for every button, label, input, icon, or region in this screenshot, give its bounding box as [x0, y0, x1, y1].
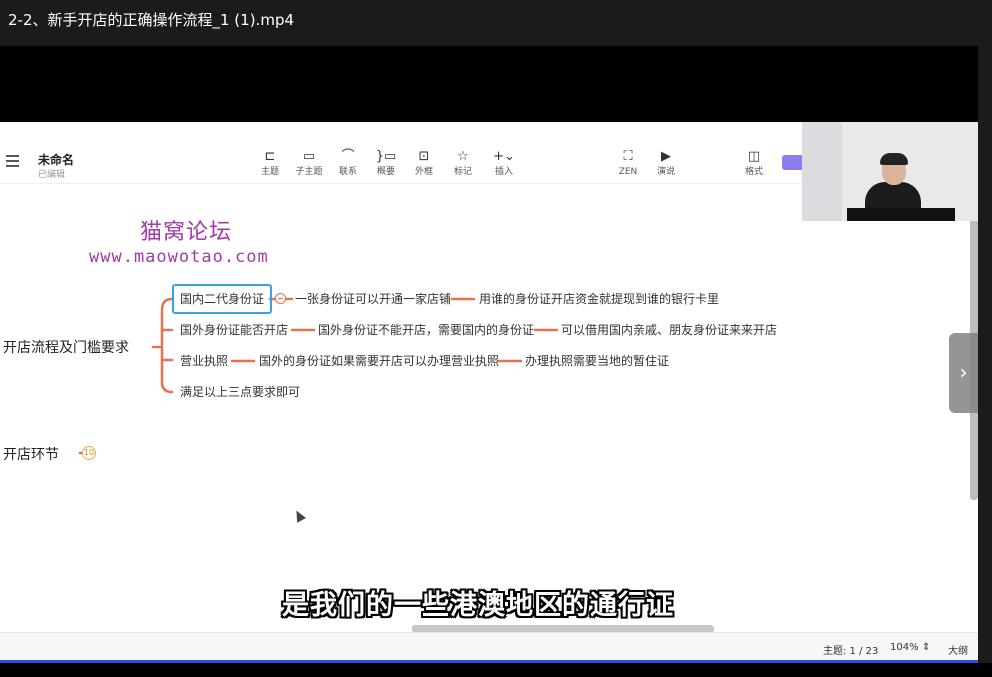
- present-icon: ▶: [661, 149, 671, 164]
- subtopic-icon: ▭: [302, 149, 316, 164]
- zoom-level[interactable]: 104%: [890, 642, 919, 653]
- next-arrow-icon[interactable]: ›: [949, 333, 978, 413]
- outline-button[interactable]: 大纲: [948, 642, 968, 657]
- branch-node-conclusion[interactable]: 满足以上三点要求即可: [180, 384, 300, 400]
- branch-node-license[interactable]: 营业执照: [180, 353, 228, 369]
- summary-icon: }▭: [375, 149, 397, 164]
- format-icon: ◫: [747, 149, 761, 164]
- root-topic-process[interactable]: 开店流程及门槛要求: [3, 337, 129, 357]
- tool-present[interactable]: ▶ 演说: [646, 149, 686, 178]
- presenter-cap: [880, 153, 908, 165]
- boundary-icon: ⊡: [418, 149, 430, 164]
- tool-relation[interactable]: ⌒ 联系: [328, 149, 368, 178]
- leaf-node[interactable]: 国外的身份证如果需要开店可以办理营业执照: [259, 353, 499, 369]
- player-time-strip: [0, 663, 992, 677]
- document-title[interactable]: 未命名: [38, 151, 74, 168]
- leaf-node[interactable]: 可以借用国内亲戚、朋友身份证来来开店: [561, 322, 777, 338]
- menu-icon[interactable]: [6, 155, 19, 167]
- tool-format[interactable]: ◫ 格式: [734, 149, 774, 178]
- tool-topic[interactable]: ⊏ 主题: [250, 149, 290, 178]
- mindmap-connectors: [78, 297, 559, 455]
- leaf-node[interactable]: 用谁的身份证开店资金就提现到谁的银行卡里: [479, 291, 719, 307]
- tool-zen[interactable]: ⛶ ZEN: [608, 149, 648, 178]
- mindmap-canvas[interactable]: 猫窝论坛 www.maowotao.com 开店流程及门槛要求 国内二代身份证 …: [0, 184, 978, 632]
- marker-icon: ☆: [457, 149, 469, 164]
- branch-node-foreign-id[interactable]: 国外身份证能否开店: [180, 322, 288, 338]
- leaf-node[interactable]: 一张身份证可以开通一家店铺: [295, 291, 451, 307]
- share-button[interactable]: [782, 155, 804, 170]
- zen-icon: ⛶: [623, 149, 633, 164]
- tool-insert[interactable]: +⌄ 插入: [484, 149, 524, 178]
- video-player: 2-2、新手开店的正确操作流程_1 (1).mp4 未命名 已编辑 ⊏ 主题 ▭…: [0, 0, 992, 677]
- webcam-desk: [847, 208, 955, 221]
- video-subtitle: 是我们的一些港澳地区的通行证: [282, 590, 674, 621]
- presenter-webcam: [802, 122, 978, 221]
- tool-marker[interactable]: ☆ 标记: [443, 149, 483, 178]
- document-status: 已编辑: [38, 170, 66, 180]
- leaf-node[interactable]: 国外身份证不能开店，需要国内的身份证: [318, 322, 534, 338]
- relation-icon: ⌒: [341, 149, 355, 164]
- tool-boundary[interactable]: ⊡ 外框: [404, 149, 444, 178]
- topic-icon: ⊏: [264, 149, 276, 164]
- webcam-background: [802, 122, 842, 221]
- branch-node-id[interactable]: 国内二代身份证: [172, 284, 273, 314]
- tool-summary[interactable]: }▭ 概要: [366, 149, 406, 178]
- collapse-icon[interactable]: [275, 293, 286, 304]
- player-side-rail: [978, 46, 992, 677]
- insert-icon: +⌄: [493, 149, 515, 164]
- topic-counter: 主题: 1 / 23: [823, 646, 879, 657]
- collapsed-count-badge[interactable]: 10: [82, 446, 96, 460]
- player-title: 2-2、新手开店的正确操作流程_1 (1).mp4: [0, 0, 992, 46]
- app-statusbar: 主题: 1 / 23 104% ⇕ 大纲: [0, 632, 978, 660]
- leaf-node[interactable]: 办理执照需要当地的暂住证: [525, 353, 669, 369]
- root-topic-steps[interactable]: 开店环节: [3, 444, 59, 464]
- tool-subtopic[interactable]: ▭ 子主题: [289, 149, 329, 178]
- zoom-stepper-icon[interactable]: ⇕: [922, 642, 930, 653]
